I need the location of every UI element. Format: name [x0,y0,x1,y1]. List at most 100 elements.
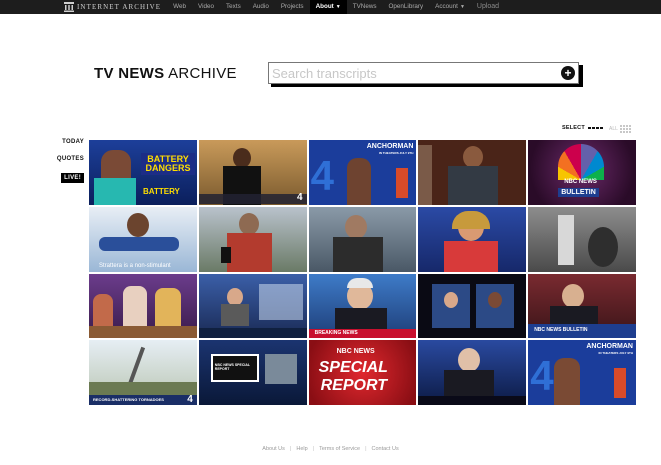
nav-account-label: Account [435,3,458,10]
thumbnail-caption: BATTERY DANGERS [141,153,195,175]
page-title[interactable]: TV NEWS ARCHIVE [94,64,237,84]
thumbnail-caption: NBC NEWS BULLETIN [534,326,588,333]
internet-archive-logo[interactable]: INTERNET ARCHIVE [64,0,161,14]
anchor-figure [334,307,387,330]
anchor-figure [264,354,297,385]
thumbnail-caption: NBC NEWS [564,179,597,185]
footer-separator: | [365,446,367,452]
video-thumbnail[interactable]: NBC NEWS SPECIAL REPORT [308,340,417,405]
side-nav-quotes[interactable]: QUOTES [57,156,84,162]
title-bold: TV NEWS [94,65,165,82]
video-thumbnail[interactable]: 4 [198,140,307,205]
video-thumbnail[interactable] [308,206,417,272]
all-label: ALL [609,126,618,132]
person-figure [463,146,484,168]
all-control[interactable]: ALL [609,125,631,133]
video-thumbnail[interactable] [89,273,197,339]
video-thumbnail[interactable] [418,340,527,405]
thumbnail-caption: REPORT [320,377,387,395]
anchor-figure [458,348,481,373]
side-nav-live[interactable]: LIVE! [61,173,84,183]
nbc-peacock-icon [558,144,605,180]
logo-text: INTERNET ARCHIVE [77,3,162,11]
video-thumbnail[interactable] [528,206,636,272]
archive-building-icon [64,2,74,12]
channel-4-graphic: 4 [530,352,554,400]
footer-link-terms[interactable]: Terms of Service [319,446,360,452]
person-figure [444,291,459,308]
select-control[interactable]: SELECT [562,125,604,131]
anchor-figure [614,368,626,399]
person-figure [448,166,499,205]
nav-link-account[interactable]: Account ▼ [429,0,471,14]
nav-link-tvnews[interactable]: TVNews [347,0,383,14]
microphone-icon [220,246,231,263]
video-thumbnail[interactable]: 4 ANCHORMAN IN THEATERS JULY 9TH [308,140,417,205]
video-thumbnail[interactable]: BREAKING NEWS [308,273,417,339]
search-input[interactable] [269,63,549,83]
thumbnail-caption: ANCHORMAN [366,143,414,150]
search-box: + [268,62,579,84]
side-nav-today[interactable]: TODAY [62,139,84,145]
title-rest: ARCHIVE [168,65,237,82]
video-thumbnail[interactable]: NBC NEWS BULLETIN [528,273,636,339]
person-figure [332,236,383,272]
video-thumbnail[interactable]: BATTERY DANGERS BATTERY [89,140,197,205]
video-thumbnail[interactable]: RECORD-SHATTERING TORNADOES 4 [89,340,197,405]
debris-figure [89,382,197,397]
person-figure [488,291,503,308]
anchor-figure [346,277,373,288]
list-view-icon [587,127,604,129]
video-thumbnail[interactable] [418,206,527,272]
anchor-figure [452,210,491,229]
footer-link-about[interactable]: About Us [262,446,285,452]
person-figure [99,236,179,251]
thumbnail-caption: Strattera is a non-stimulant [99,262,171,269]
person-figure [127,212,149,237]
top-nav-links: INTERNET ARCHIVE Web Video Texts Audio P… [64,0,505,14]
news-graphic [258,283,303,320]
nav-link-video[interactable]: Video [192,0,220,14]
thumbnail-caption: BATTERY [143,187,180,196]
nav-link-audio[interactable]: Audio [247,0,275,14]
nav-link-upload[interactable]: Upload [471,0,505,14]
lower-third [198,327,307,339]
anchor-figure [562,283,585,308]
video-thumbnail[interactable]: Strattera is a non-stimulant [89,206,197,272]
nav-link-openlibrary[interactable]: OpenLibrary [383,0,430,14]
nav-about-label: About [315,3,334,10]
person-figure [226,232,272,272]
search-button[interactable]: + [561,66,575,80]
channel-4-graphic: 4 [310,152,334,199]
anchor-figure [396,168,409,198]
thumbnail-caption: NBC NEWS [336,348,375,356]
grid-view-icon [619,125,631,133]
anchor-figure [220,303,249,326]
lower-third [198,194,307,204]
thumbnail-caption: RECORD-SHATTERING TORNADOES [93,397,164,403]
thumbnail-caption: BREAKING NEWS [314,329,358,336]
thumbnail-caption: IN THEATERS JULY 9TH [598,351,633,356]
video-thumbnail[interactable] [198,206,307,272]
crowd-figure [588,226,619,267]
anchor-figure [346,158,371,205]
video-thumbnail[interactable] [418,273,527,339]
footer-link-help[interactable]: Help [296,446,307,452]
nav-link-texts[interactable]: Texts [220,0,247,14]
video-thumbnail[interactable] [418,140,527,205]
video-thumbnail[interactable]: NBC NEWS SPECIAL REPORT [198,340,307,405]
anchor-figure [554,358,581,405]
video-thumbnail[interactable] [198,273,307,339]
video-thumbnail[interactable]: 4 ANCHORMAN IN THEATERS JULY 9TH [528,340,636,405]
studio-desk [89,325,197,339]
speaker-figure [232,148,251,168]
anchor-figure [444,240,499,272]
nav-link-about[interactable]: About ▼ [309,0,347,14]
nav-link-web[interactable]: Web [167,0,192,14]
footer-separator: | [312,446,315,452]
video-thumbnail[interactable]: NBC NEWS BULLETIN [528,140,636,205]
person-figure [238,212,259,235]
nav-link-projects[interactable]: Projects [275,0,310,14]
footer-link-contact[interactable]: Contact Us [372,446,399,452]
search-container: + [268,62,583,87]
